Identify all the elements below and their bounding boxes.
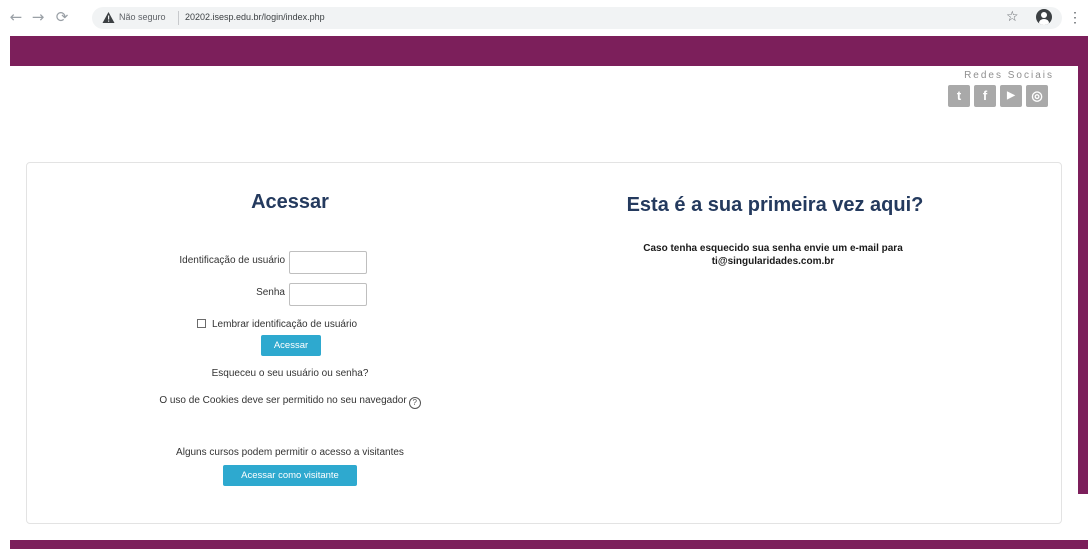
remember-label: Lembrar identificação de usuário: [212, 319, 358, 330]
checkbox-icon[interactable]: [197, 319, 206, 328]
password-label: Senha: [256, 287, 285, 298]
side-bar: [1078, 66, 1088, 494]
forgot-password-link[interactable]: Esqueceu o seu usuário ou senha?: [177, 368, 403, 379]
address-bar[interactable]: Não seguro 20202.isesp.edu.br/login/inde…: [92, 7, 1062, 29]
remember-checkbox[interactable]: Lembrar identificação de usuário: [197, 319, 357, 330]
login-button[interactable]: Acessar: [261, 335, 321, 356]
footer-bar: [10, 540, 1088, 549]
help-icon[interactable]: ?: [408, 397, 421, 409]
instagram-icon[interactable]: ◎: [1026, 85, 1048, 107]
password-field[interactable]: [289, 283, 367, 306]
security-label: Não seguro: [119, 12, 166, 22]
support-email[interactable]: ti@singularidades.com.br: [603, 255, 943, 268]
first-time-title: Esta é a sua primeira vez aqui?: [626, 194, 924, 216]
guest-login-button[interactable]: Acessar como visitante: [223, 465, 357, 486]
menu-icon[interactable]: ⋮: [1068, 9, 1082, 25]
login-title: Acessar: [251, 191, 329, 213]
facebook-icon[interactable]: f: [974, 85, 996, 107]
username-field[interactable]: [289, 251, 367, 274]
warning-icon[interactable]: [102, 11, 115, 24]
reload-icon[interactable]: ⟳: [54, 9, 70, 25]
star-icon[interactable]: ☆: [1006, 9, 1019, 25]
forward-icon[interactable]: →: [30, 9, 46, 25]
login-card: Acessar Identificação de usuário Senha L…: [26, 162, 1062, 524]
guest-notice: Alguns cursos podem permitir o acesso a …: [176, 447, 404, 458]
url-text[interactable]: 20202.isesp.edu.br/login/index.php: [185, 12, 325, 22]
first-time-text: Caso tenha esquecido sua senha envie um …: [603, 242, 943, 268]
cookies-text: O uso de Cookies deve ser permitido no s…: [159, 395, 407, 406]
cookies-notice: O uso de Cookies deve ser permitido no s…: [127, 395, 453, 409]
youtube-icon[interactable]: ▶: [1000, 85, 1022, 107]
browser-toolbar: ← → ⟳ Não seguro 20202.isesp.edu.br/logi…: [0, 0, 1088, 36]
username-label: Identificação de usuário: [179, 255, 285, 266]
twitter-icon[interactable]: t: [948, 85, 970, 107]
address-divider: [178, 11, 179, 25]
profile-icon[interactable]: [1036, 9, 1052, 25]
back-icon[interactable]: ←: [8, 9, 24, 25]
social-title: Redes Sociais: [964, 70, 1054, 81]
header-bar: [10, 36, 1088, 66]
first-time-line1: Caso tenha esquecido sua senha envie um …: [643, 243, 903, 254]
